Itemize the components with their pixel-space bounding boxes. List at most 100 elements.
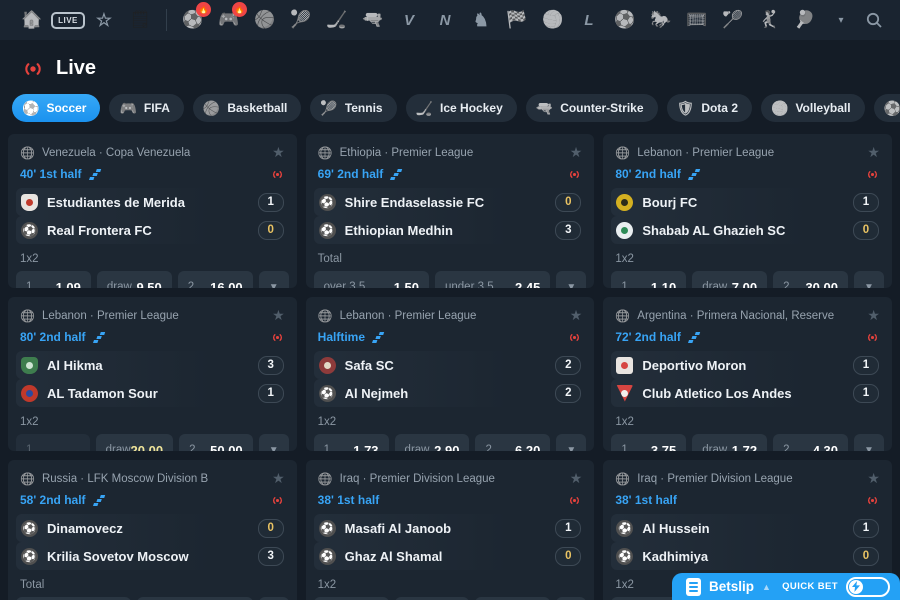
sport-valorant-nav-button[interactable]: V — [391, 0, 427, 40]
stats-icon[interactable] — [687, 331, 701, 343]
odds-button[interactable]: 11.10 — [611, 271, 686, 288]
card-header: 🌐Iraq · Premier Division League★ — [306, 460, 595, 487]
filter-chip-dota-2[interactable]: 🛡Dota 2 — [667, 94, 752, 122]
odds-button[interactable]: 216.00 — [178, 271, 253, 288]
favorite-star-icon[interactable]: ★ — [867, 144, 880, 161]
league-name: Ethiopia · Premier League — [340, 147, 563, 159]
stats-icon[interactable] — [92, 494, 106, 506]
odds-button[interactable]: 13.75 — [611, 434, 686, 451]
filter-chip-soccer[interactable]: ⚽Soccer — [12, 94, 100, 122]
favorite-star-icon[interactable]: ★ — [867, 307, 880, 324]
sport-dota-2-nav-button[interactable]: N — [427, 0, 463, 40]
odds-button[interactable]: 11.09 — [16, 271, 91, 288]
odds-button[interactable]: 11.73 — [314, 434, 389, 451]
home-icon: 🏠 — [21, 10, 42, 30]
odds-button[interactable]: 24.30 — [773, 434, 848, 451]
sport-soccer-nav-button[interactable]: ⚽🔥 — [175, 0, 211, 40]
team-row[interactable]: ⚽Al Hussein1 — [611, 514, 884, 542]
odds-button[interactable]: under 3.52.45 — [435, 271, 550, 288]
filter-chip-label: Volleyball — [795, 101, 850, 115]
team-row[interactable]: ⚽Masafi Al Janoob1 — [314, 514, 587, 542]
odds-button[interactable]: 250.00 — [179, 434, 253, 451]
team-row[interactable]: ⚽Real Frontera FC0 — [16, 216, 289, 244]
more-markets-dropdown[interactable]: ▼ — [259, 434, 289, 451]
team-row[interactable]: ⚽Ghaz Al Shamal0 — [314, 542, 587, 570]
team-row[interactable]: AL Tadamon Sour1 — [16, 379, 289, 407]
sport-penalty-nav-button[interactable]: 🥅 — [679, 0, 715, 40]
stats-icon[interactable] — [371, 331, 385, 343]
quick-bet-toggle[interactable] — [846, 577, 890, 597]
sport-chess-nav-button[interactable]: ♞ — [463, 0, 499, 40]
sport-ehorse-racing-nav-button[interactable]: 🐎 — [643, 0, 679, 40]
sport-fifa-volta-nav-button[interactable]: ⚽ — [607, 0, 643, 40]
team-row[interactable]: Al Hikma3 — [16, 351, 289, 379]
odds-button[interactable]: 26.20 — [475, 434, 550, 451]
home-nav-button[interactable]: 🏠 — [14, 0, 50, 40]
filter-chip-tennis[interactable]: 🎾Tennis — [310, 94, 396, 122]
odds-button[interactable]: over 3.51.50 — [314, 271, 429, 288]
favorite-star-icon[interactable]: ★ — [272, 144, 285, 161]
filter-chip-ice-hockey[interactable]: 🏒Ice Hockey — [406, 94, 517, 122]
team-row[interactable]: ⚽Krilia Sovetov Moscow3 — [16, 542, 289, 570]
sport-volleyball-nav-button[interactable]: 🏐 — [535, 0, 571, 40]
sport-basketball-nav-button[interactable]: 🏀 — [247, 0, 283, 40]
filter-chip-volleyball[interactable]: 🏐Volleyball — [761, 94, 865, 122]
team-row[interactable]: ⚽Shire Endaselassie FC0 — [314, 188, 587, 216]
odds-button[interactable]: draw1.72 — [692, 434, 767, 451]
team-row[interactable]: ⚽Ethiopian Medhin3 — [314, 216, 587, 244]
favorite-star-icon[interactable]: ★ — [570, 307, 583, 324]
stats-icon[interactable] — [389, 168, 403, 180]
more-markets-dropdown[interactable]: ▼ — [854, 271, 884, 288]
stats-icon[interactable] — [687, 168, 701, 180]
favorites-star-nav-button[interactable]: ☆ — [86, 0, 122, 40]
odds-value: 1.10 — [651, 280, 676, 289]
favorite-star-icon[interactable]: ★ — [867, 470, 880, 487]
odds-button[interactable]: draw7.00 — [692, 271, 767, 288]
betslip-bar[interactable]: Betslip ▲ QUICK BET — [672, 573, 900, 600]
betslip-expand-caret-icon[interactable]: ▲ — [762, 582, 771, 592]
team-row[interactable]: ⚽Al Nejmeh2 — [314, 379, 587, 407]
odds-button[interactable]: draw20.00 — [96, 434, 173, 451]
search-button[interactable] — [861, 0, 886, 40]
stats-icon[interactable] — [88, 168, 102, 180]
sport-league-of-legends-nav-button[interactable]: L — [571, 0, 607, 40]
favorite-star-icon[interactable]: ★ — [272, 470, 285, 487]
sport-table-tennis-nav-button[interactable]: 🏓 — [787, 0, 823, 40]
sport-tennis-nav-button[interactable]: 🎾 — [283, 0, 319, 40]
favorite-star-icon[interactable]: ★ — [570, 470, 583, 487]
team-row[interactable]: Club Atletico Los Andes1 — [611, 379, 884, 407]
odds-value: 50.00 — [210, 443, 243, 452]
more-markets-dropdown[interactable]: ▼ — [854, 434, 884, 451]
team-row[interactable]: Estudiantes de Merida1 — [16, 188, 289, 216]
team-row[interactable]: ⚽Dinamovecz0 — [16, 514, 289, 542]
sport-ice-hockey-nav-button[interactable]: 🏒 — [319, 0, 355, 40]
team-name: Kadhimiya — [642, 549, 844, 564]
team-row[interactable]: Shabab AL Ghazieh SC0 — [611, 216, 884, 244]
favorite-star-icon[interactable]: ★ — [272, 307, 285, 324]
filter-chip-counter-strike[interactable]: 🔫Counter-Strike — [526, 94, 658, 122]
more-sports-caret-nav-button[interactable]: ▾ — [823, 0, 859, 40]
more-markets-dropdown[interactable]: ▼ — [259, 271, 289, 288]
live-badge-nav-button[interactable]: LIVE — [50, 0, 86, 40]
sport-racing-nav-button[interactable]: 🏁 — [499, 0, 535, 40]
team-row[interactable]: Safa SC2 — [314, 351, 587, 379]
sport-fifa-nav-button[interactable]: 🎮🔥 — [211, 0, 247, 40]
filter-chip-fifa[interactable]: 🎮FIFA — [109, 94, 183, 122]
team-row[interactable]: Deportivo Moron1 — [611, 351, 884, 379]
filter-chip-fifa-volta[interactable]: ⚽FIFA: Volta — [874, 94, 900, 122]
odds-row: 1-draw20.00250.00▼ — [16, 434, 289, 451]
favorite-star-icon[interactable]: ★ — [570, 144, 583, 161]
more-markets-dropdown[interactable]: ▼ — [556, 271, 586, 288]
team-row[interactable]: Bourj FC1 — [611, 188, 884, 216]
team-row[interactable]: ⚽Kadhimiya0 — [611, 542, 884, 570]
stats-icon[interactable] — [92, 331, 106, 343]
sport-badminton-nav-button[interactable]: 🏸 — [715, 0, 751, 40]
my-bets-nav-button[interactable]: 🗒 — [122, 0, 158, 40]
more-markets-dropdown[interactable]: ▼ — [556, 434, 586, 451]
odds-button[interactable]: 230.00 — [773, 271, 848, 288]
filter-chip-basketball[interactable]: 🏀Basketball — [193, 94, 301, 122]
odds-button[interactable]: draw9.50 — [97, 271, 172, 288]
sport-handball-nav-button[interactable]: 🤾 — [751, 0, 787, 40]
sport-counter-strike-nav-button[interactable]: 🔫 — [355, 0, 391, 40]
odds-button[interactable]: draw2.90 — [395, 434, 470, 451]
